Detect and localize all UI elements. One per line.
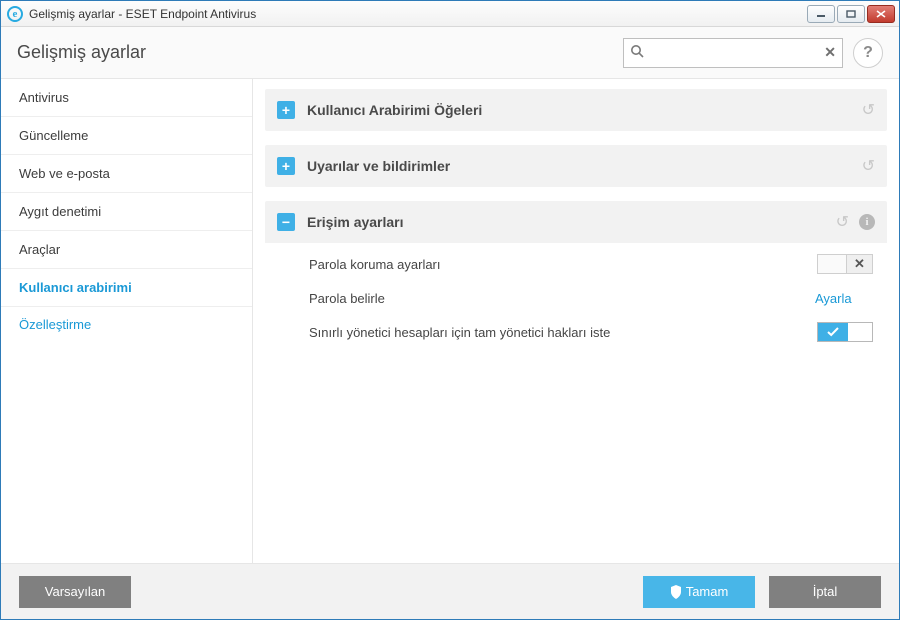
toggle-password-protect[interactable]: ✕ <box>817 254 873 274</box>
cancel-button[interactable]: İptal <box>769 576 881 608</box>
info-icon[interactable]: i <box>859 214 875 230</box>
header: Gelişmiş ayarlar ✕ ? <box>1 27 899 79</box>
panel-access: − Erişim ayarları ↺ i Parola koruma ayar… <box>265 201 887 359</box>
close-icon <box>876 10 886 18</box>
app-logo-icon: e <box>7 6 23 22</box>
setting-label: Sınırlı yönetici hesapları için tam yöne… <box>309 325 817 340</box>
row-set-password: Parola belirle Ayarla <box>265 281 887 315</box>
ok-button[interactable]: Tamam <box>643 576 755 608</box>
collapse-icon: − <box>277 213 295 231</box>
toggle-off-knob: ✕ <box>846 255 872 273</box>
help-icon: ? <box>863 44 873 62</box>
page-title: Gelişmiş ayarlar <box>17 42 146 63</box>
maximize-icon <box>846 10 856 18</box>
window-title: Gelişmiş ayarlar - ESET Endpoint Antivir… <box>29 7 256 21</box>
toggle-full-admin[interactable] <box>817 322 873 342</box>
panel-title: Kullanıcı Arabirimi Öğeleri <box>307 102 852 118</box>
panel-title: Erişim ayarları <box>307 214 826 230</box>
default-button[interactable]: Varsayılan <box>19 576 131 608</box>
minimize-button[interactable] <box>807 5 835 23</box>
maximize-button[interactable] <box>837 5 865 23</box>
row-full-admin: Sınırlı yönetici hesapları için tam yöne… <box>265 315 887 349</box>
clear-search-icon[interactable]: ✕ <box>824 44 836 61</box>
reset-icon[interactable]: ↺ <box>836 212 849 232</box>
set-password-link[interactable]: Ayarla <box>815 291 873 306</box>
sidebar-item-label: Aygıt denetimi <box>19 204 101 219</box>
setting-label: Parola koruma ayarları <box>309 257 817 272</box>
check-icon <box>827 327 839 337</box>
expand-icon: + <box>277 101 295 119</box>
shield-icon <box>670 585 682 599</box>
footer: Varsayılan Tamam İptal <box>1 563 899 619</box>
panel-header-alerts[interactable]: + Uyarılar ve bildirimler ↺ <box>265 145 887 187</box>
minimize-icon <box>816 10 826 18</box>
sidebar-item-tools[interactable]: Araçlar <box>1 231 252 269</box>
help-button[interactable]: ? <box>853 38 883 68</box>
window: e Gelişmiş ayarlar - ESET Endpoint Antiv… <box>0 0 900 620</box>
reset-icon[interactable]: ↺ <box>862 100 875 120</box>
content: + Kullanıcı Arabirimi Öğeleri ↺ + Uyarıl… <box>253 79 899 563</box>
close-button[interactable] <box>867 5 895 23</box>
sidebar-item-update[interactable]: Güncelleme <box>1 117 252 155</box>
sidebar-item-label: Güncelleme <box>19 128 88 143</box>
sidebar-item-label: Kullanıcı arabirimi <box>19 280 132 295</box>
sidebar: Antivirus Güncelleme Web ve e-posta Aygı… <box>1 79 253 563</box>
panel-title: Uyarılar ve bildirimler <box>307 158 852 174</box>
body: Antivirus Güncelleme Web ve e-posta Aygı… <box>1 79 899 563</box>
sidebar-item-label: Web ve e-posta <box>19 166 110 181</box>
sidebar-sub-label: Özelleştirme <box>19 317 91 332</box>
expand-icon: + <box>277 157 295 175</box>
panel-header-ui-elements[interactable]: + Kullanıcı Arabirimi Öğeleri ↺ <box>265 89 887 131</box>
sidebar-item-label: Antivirus <box>19 90 69 105</box>
sidebar-item-antivirus[interactable]: Antivirus <box>1 79 252 117</box>
setting-label: Parola belirle <box>309 291 815 306</box>
button-label: Tamam <box>686 584 729 599</box>
panel-alerts: + Uyarılar ve bildirimler ↺ <box>265 145 887 187</box>
row-password-protect: Parola koruma ayarları ✕ <box>265 247 887 281</box>
sidebar-item-web-email[interactable]: Web ve e-posta <box>1 155 252 193</box>
toggle-on-fill <box>818 323 848 341</box>
search-icon <box>630 44 644 61</box>
sidebar-sub-customize[interactable]: Özelleştirme <box>1 307 252 341</box>
reset-icon[interactable]: ↺ <box>862 156 875 176</box>
panel-ui-elements: + Kullanıcı Arabirimi Öğeleri ↺ <box>265 89 887 131</box>
panel-header-access[interactable]: − Erişim ayarları ↺ i <box>265 201 887 243</box>
sidebar-item-device-control[interactable]: Aygıt denetimi <box>1 193 252 231</box>
sidebar-item-user-interface[interactable]: Kullanıcı arabirimi <box>1 269 252 307</box>
search-box[interactable]: ✕ <box>623 38 843 68</box>
sidebar-item-label: Araçlar <box>19 242 60 257</box>
search-input[interactable] <box>648 45 824 60</box>
titlebar: e Gelişmiş ayarlar - ESET Endpoint Antiv… <box>1 1 899 27</box>
panel-body-access: Parola koruma ayarları ✕ Parola belirle … <box>265 243 887 359</box>
button-label: Varsayılan <box>45 584 105 599</box>
button-label: İptal <box>813 584 838 599</box>
